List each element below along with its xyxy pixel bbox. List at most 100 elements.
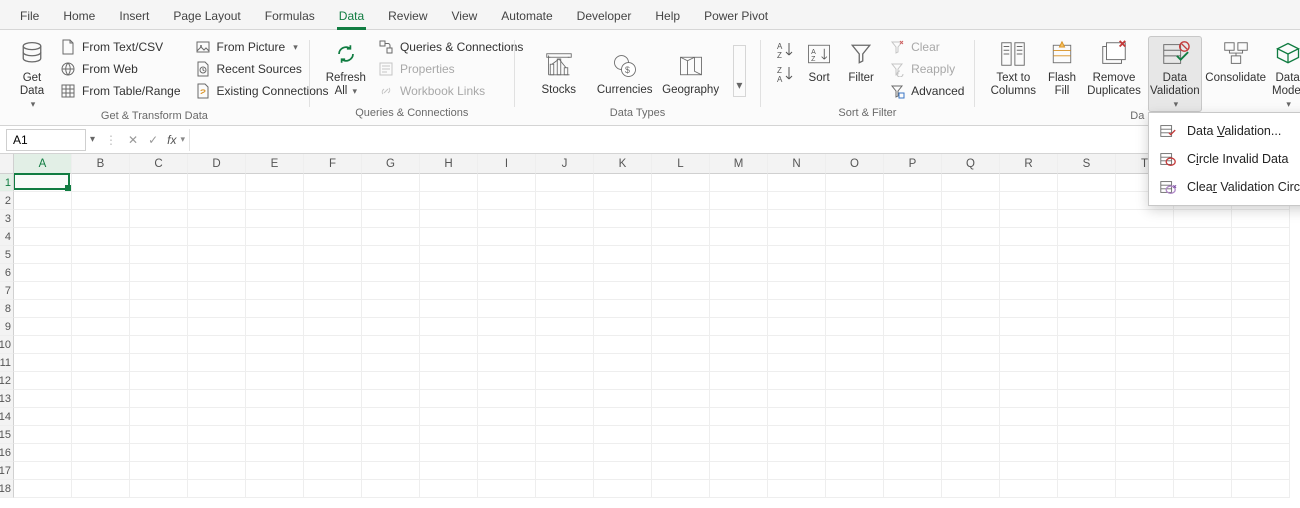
- cell[interactable]: [594, 336, 652, 354]
- cell[interactable]: [652, 408, 710, 426]
- column-header[interactable]: B: [72, 154, 130, 174]
- cell[interactable]: [420, 228, 478, 246]
- cell[interactable]: [826, 390, 884, 408]
- cell[interactable]: [826, 480, 884, 498]
- cell[interactable]: [304, 462, 362, 480]
- cell[interactable]: [246, 390, 304, 408]
- cell[interactable]: [72, 210, 130, 228]
- cell[interactable]: [594, 480, 652, 498]
- cell[interactable]: [594, 390, 652, 408]
- cell[interactable]: [130, 336, 188, 354]
- cell[interactable]: [1116, 246, 1174, 264]
- row-header[interactable]: 8: [0, 300, 14, 318]
- cell[interactable]: [1000, 174, 1058, 192]
- cell[interactable]: [304, 174, 362, 192]
- cell[interactable]: [130, 390, 188, 408]
- cell[interactable]: [1058, 210, 1116, 228]
- cell[interactable]: [594, 210, 652, 228]
- cell[interactable]: [826, 354, 884, 372]
- row-header[interactable]: 13: [0, 390, 14, 408]
- cell[interactable]: [1232, 444, 1290, 462]
- cell[interactable]: [710, 372, 768, 390]
- cell[interactable]: [1116, 372, 1174, 390]
- cell[interactable]: [304, 228, 362, 246]
- cell[interactable]: [768, 318, 826, 336]
- fill-handle[interactable]: [65, 185, 71, 191]
- cell[interactable]: [130, 354, 188, 372]
- cell[interactable]: [826, 228, 884, 246]
- cell[interactable]: [420, 246, 478, 264]
- cell[interactable]: [362, 174, 420, 192]
- cell[interactable]: [478, 228, 536, 246]
- cell[interactable]: [478, 444, 536, 462]
- cell[interactable]: [1174, 228, 1232, 246]
- cell[interactable]: [594, 354, 652, 372]
- cell[interactable]: [246, 372, 304, 390]
- cell[interactable]: [1000, 444, 1058, 462]
- cell[interactable]: [652, 210, 710, 228]
- cell[interactable]: [942, 210, 1000, 228]
- cell[interactable]: [246, 300, 304, 318]
- flash-fill-button[interactable]: Flash Fill: [1044, 36, 1080, 98]
- cell[interactable]: [130, 282, 188, 300]
- cell[interactable]: [1116, 444, 1174, 462]
- cell[interactable]: [826, 336, 884, 354]
- cell[interactable]: [1000, 372, 1058, 390]
- properties-button[interactable]: Properties: [374, 60, 527, 78]
- cell[interactable]: [72, 480, 130, 498]
- cell[interactable]: [1116, 390, 1174, 408]
- cell[interactable]: [768, 390, 826, 408]
- cell[interactable]: [1058, 408, 1116, 426]
- cell[interactable]: [304, 300, 362, 318]
- cell[interactable]: [884, 462, 942, 480]
- cell[interactable]: [1232, 210, 1290, 228]
- cell[interactable]: [188, 228, 246, 246]
- cell[interactable]: [246, 228, 304, 246]
- cell[interactable]: [536, 318, 594, 336]
- cell[interactable]: [1116, 210, 1174, 228]
- column-header[interactable]: G: [362, 154, 420, 174]
- cell[interactable]: [884, 426, 942, 444]
- cell[interactable]: [14, 228, 72, 246]
- cell[interactable]: [942, 462, 1000, 480]
- cell[interactable]: [420, 444, 478, 462]
- cell[interactable]: [1232, 372, 1290, 390]
- cell[interactable]: [1174, 426, 1232, 444]
- cell[interactable]: [1000, 390, 1058, 408]
- cell[interactable]: [652, 282, 710, 300]
- cell[interactable]: [1116, 336, 1174, 354]
- cell[interactable]: [188, 318, 246, 336]
- cell[interactable]: [652, 228, 710, 246]
- cell[interactable]: [304, 282, 362, 300]
- cell[interactable]: [884, 390, 942, 408]
- cell[interactable]: [420, 354, 478, 372]
- cancel-formula-button[interactable]: ✕: [123, 133, 143, 147]
- cell[interactable]: [768, 282, 826, 300]
- select-all-corner[interactable]: [0, 154, 14, 174]
- column-header[interactable]: M: [710, 154, 768, 174]
- cell[interactable]: [1058, 480, 1116, 498]
- cell[interactable]: [1058, 336, 1116, 354]
- cell[interactable]: [14, 390, 72, 408]
- sort-button[interactable]: AZ Sort: [801, 36, 837, 85]
- text-to-columns-button[interactable]: Text to Columns: [989, 36, 1038, 98]
- cell[interactable]: [188, 282, 246, 300]
- cell[interactable]: [14, 210, 72, 228]
- filter-button[interactable]: Filter: [843, 36, 879, 85]
- cell[interactable]: [1232, 318, 1290, 336]
- cell[interactable]: [884, 408, 942, 426]
- cell[interactable]: [594, 174, 652, 192]
- cell[interactable]: [130, 246, 188, 264]
- cell[interactable]: [362, 336, 420, 354]
- tab-automate[interactable]: Automate: [489, 3, 564, 29]
- cell[interactable]: [826, 444, 884, 462]
- cell[interactable]: [1000, 192, 1058, 210]
- name-box[interactable]: [6, 129, 86, 151]
- cell[interactable]: [536, 246, 594, 264]
- cell[interactable]: [884, 318, 942, 336]
- cell[interactable]: [420, 336, 478, 354]
- cell[interactable]: [1232, 228, 1290, 246]
- cell[interactable]: [1058, 318, 1116, 336]
- cell[interactable]: [14, 408, 72, 426]
- cell[interactable]: [1058, 354, 1116, 372]
